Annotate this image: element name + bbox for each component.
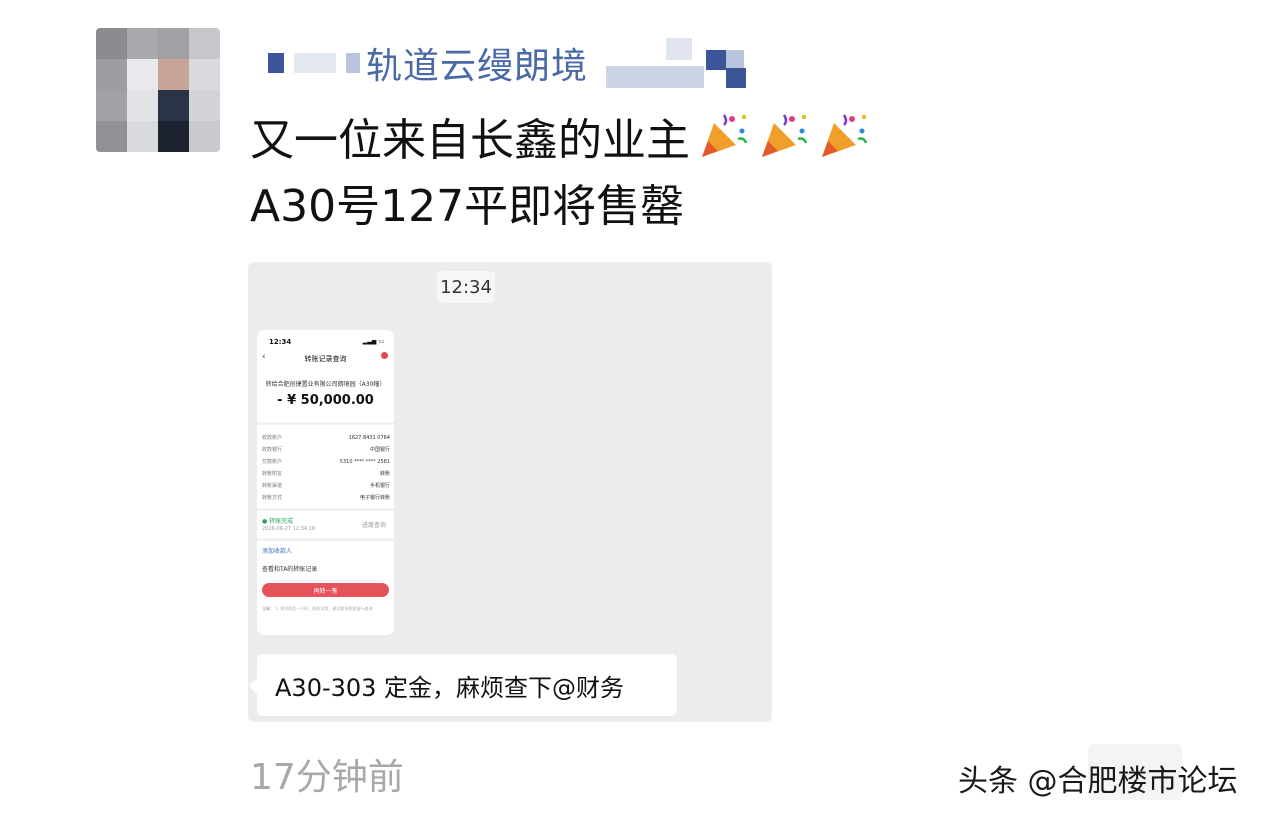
view-history-link[interactable]: 查看和TA的转账记录 xyxy=(262,564,317,573)
row-value: 手机银行 xyxy=(369,483,390,489)
row-label: 转账附言 xyxy=(262,471,283,477)
name-blur-right xyxy=(606,36,756,90)
detail-row: 收款银行 中国银行 xyxy=(262,444,390,456)
payee-text: 转给合肥创捷置业有限公司朗境园（A30幢） xyxy=(265,381,386,388)
avatar[interactable] xyxy=(96,28,220,152)
transfer-status: ● 转账完成 xyxy=(262,518,294,525)
row-label: 付款账户 xyxy=(262,459,283,465)
divider xyxy=(257,538,394,541)
row-value: 中国银行 xyxy=(369,447,390,453)
transfer-status-time: 2026-06-27 12:34:10 xyxy=(262,526,316,532)
sender-name-row: 轨道云缦朗境 xyxy=(268,36,756,90)
detail-row: 转账渠道 手机银行 xyxy=(262,480,390,492)
detail-rows: 收款账户 1627 8431 0764 收款银行 中国银行 付款账户 5310 ***… xyxy=(262,432,390,504)
row-value: 电子银行转账 xyxy=(359,495,390,501)
row-label: 收款账户 xyxy=(262,435,283,441)
row-label: 收款银行 xyxy=(262,447,283,453)
detail-row: 转账方式 电子银行转账 xyxy=(262,492,390,504)
watermark: 头条 @合肥楼市论坛 xyxy=(958,764,1238,799)
detail-row: 付款账户 5310 **** **** 2581 xyxy=(262,456,390,468)
post-timestamp: 17分钟前 xyxy=(250,757,404,798)
progress-query-link[interactable]: 进度查询 xyxy=(362,520,386,529)
phone-screenshot[interactable]: 12:34 ▂▃▅ ▭ ‹ 转账记录查询 转给合肥创捷置业有限公司朗境园（A30… xyxy=(257,330,394,635)
add-payee-link[interactable]: 添加收款人 xyxy=(262,546,292,555)
message-line-1-text: 又一位来自长鑫的业主 xyxy=(250,115,690,166)
footnote: 温馨： 1. 如付款后一小时，收款异常，建议联系收款银行查询 xyxy=(262,606,373,611)
name-blur-left xyxy=(268,53,360,73)
divider xyxy=(257,422,394,425)
sender-name[interactable]: 轨道云缦朗境 xyxy=(366,37,588,89)
phone-status-time: 12:34 xyxy=(269,338,292,346)
message-line-1: 又一位来自长鑫的业主 xyxy=(250,108,870,174)
row-label: 转账方式 xyxy=(262,495,283,501)
row-value: 1627 8431 0764 xyxy=(348,435,390,441)
notification-badge xyxy=(381,352,388,359)
row-value: 转账 xyxy=(379,471,390,477)
party-popper-icon xyxy=(702,114,748,157)
row-label: 转账渠道 xyxy=(262,483,283,489)
detail-row: 转账附言 转账 xyxy=(262,468,390,480)
chat-caption-text: A30-303 定金，麻烦查下@财务 xyxy=(275,673,625,702)
chat-time-pill: 12:34 xyxy=(437,271,495,303)
detail-row: 收款账户 1627 8431 0764 xyxy=(262,432,390,444)
party-popper-icon xyxy=(822,114,868,157)
phone-nav-title: 转账记录查询 xyxy=(304,355,347,363)
chat-caption-bubble: A30-303 定金，麻烦查下@财务 xyxy=(249,654,677,716)
transfer-again-button[interactable]: 再转一笔 xyxy=(262,583,389,597)
party-popper-icon xyxy=(762,114,808,157)
message-line-2: A30号127平即将售罄 xyxy=(250,181,685,232)
divider xyxy=(257,508,394,511)
row-value: 5310 **** **** 2581 xyxy=(339,459,390,465)
transfer-amount: - ¥ 50,000.00 xyxy=(277,393,374,408)
message-text: 又一位来自长鑫的业主 A30号127平即将售罄 xyxy=(250,108,870,240)
signal-battery-icon: ▂▃▅ ▭ xyxy=(362,338,384,345)
